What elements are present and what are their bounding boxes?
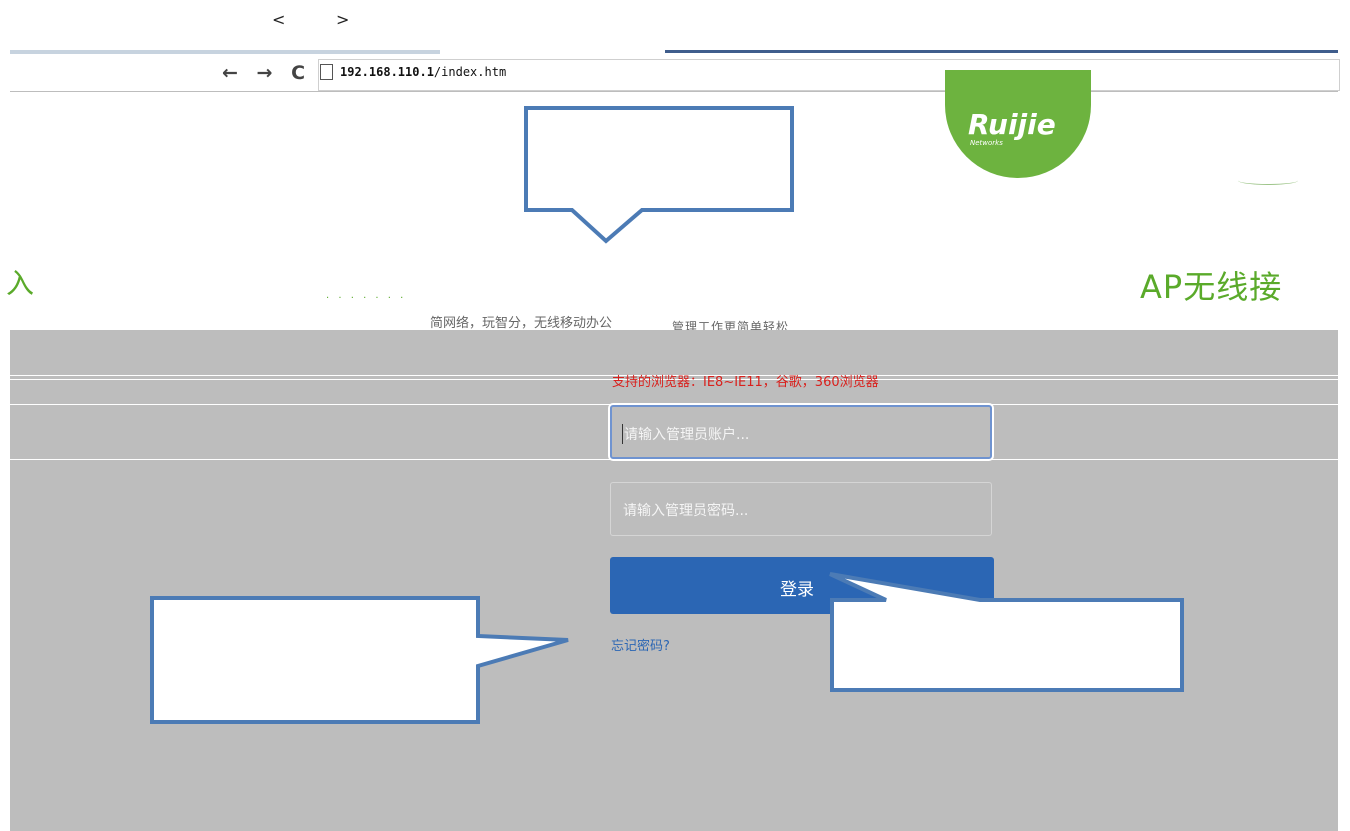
username-placeholder: 请输入管理员账户... (624, 427, 750, 443)
supported-browsers-notice: 支持的浏览器：IE8~IE11，谷歌，360浏览器 (612, 375, 879, 390)
browser-tab-strip (10, 50, 440, 54)
browser-tab-strip-active (665, 50, 1338, 53)
callout-right (829, 572, 1184, 692)
username-field[interactable]: 请输入管理员账户... (610, 405, 992, 459)
logo-text: Ruijie (968, 108, 1056, 141)
forgot-password-link[interactable]: 忘记密码? (611, 635, 670, 654)
url-text[interactable]: 192.168.110.1/index.htm (340, 65, 506, 79)
callout-left (150, 596, 569, 724)
password-field[interactable]: 请输入管理员密码... (610, 482, 992, 536)
subtitle: 简网络，玩智分，无线移动办公 (430, 316, 613, 331)
password-placeholder: 请输入管理员密码... (623, 503, 749, 519)
subtitle-decoration: · · · · · · · (326, 293, 407, 304)
logo-subtext: Networks (970, 139, 1003, 147)
page-icon (320, 64, 333, 80)
login-button-label: 登录 (780, 580, 814, 600)
headline-right: AP无线接 (1140, 268, 1283, 306)
url-host: 192.168.110.1 (340, 65, 434, 79)
headline-left: 入 (6, 267, 35, 300)
callout-top (524, 106, 794, 244)
url-path: /index.htm (433, 65, 507, 79)
panel-rule (10, 459, 1338, 460)
next-arrow[interactable]: > (336, 10, 349, 29)
browser-nav-icons[interactable]: ← → C (222, 62, 311, 84)
text-caret (622, 424, 623, 444)
previous-arrow[interactable]: < (272, 10, 285, 29)
decorative-swoosh (1238, 176, 1298, 185)
toolbar-divider (10, 91, 1338, 92)
